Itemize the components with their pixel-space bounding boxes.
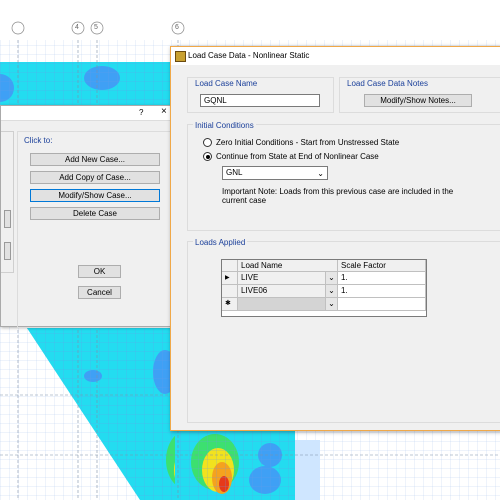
column-header: Scale Factor — [338, 260, 426, 272]
dialog-titlebar: ? × — [1, 106, 179, 121]
load-name-cell[interactable]: LIVE ⌄ — [238, 272, 338, 285]
grid-label: 6 — [175, 24, 179, 31]
grid-label: 5 — [94, 24, 98, 31]
load-name-cell[interactable]: LIVE06 ⌄ — [238, 285, 338, 298]
continue-from-radio[interactable] — [203, 152, 212, 161]
continue-from-label: Continue from State at End of Nonlinear … — [216, 152, 379, 161]
chevron-down-icon: ⌄ — [325, 285, 337, 297]
cancel-button[interactable]: Cancel — [78, 286, 121, 299]
scale-factor-cell[interactable]: 1. — [338, 272, 426, 285]
add-copy-case-button[interactable]: Add Copy of Case... — [30, 171, 160, 184]
close-button[interactable]: × — [161, 106, 167, 117]
scale-factor-cell[interactable]: 1. — [338, 285, 426, 298]
modify-show-case-button[interactable]: Modify/Show Case... — [30, 189, 160, 202]
previous-case-select[interactable]: GNL ⌄ — [222, 166, 328, 180]
loads-applied-title: Loads Applied — [193, 238, 248, 247]
important-note: Important Note: Loads from this previous… — [222, 187, 454, 205]
load-case-name-title: Load Case Name — [193, 79, 260, 88]
initial-conditions-title: Initial Conditions — [193, 121, 256, 130]
modify-show-notes-button[interactable]: Modify/Show Notes... — [364, 94, 472, 107]
previous-case-value: GNL — [226, 168, 243, 177]
loads-table: Load Name Scale Factor ▶ LIVE ⌄ 1. LIVE0… — [221, 259, 427, 317]
add-new-case-button[interactable]: Add New Case... — [30, 153, 160, 166]
case-list-panel — [1, 131, 14, 273]
notes-title: Load Case Data Notes — [345, 79, 430, 88]
dialog-title: Load Case Data - Nonlinear Static — [188, 51, 310, 60]
load-case-data-dialog: Load Case Data - Nonlinear Static Load C… — [170, 46, 500, 431]
list-scroll-tab[interactable] — [4, 210, 11, 228]
load-name-value: LIVE — [241, 273, 259, 282]
app-icon — [175, 51, 186, 62]
chevron-down-icon: ⌄ — [325, 272, 337, 284]
ok-button[interactable]: OK — [78, 265, 121, 278]
zero-initial-label: Zero Initial Conditions - Start from Uns… — [216, 138, 400, 147]
help-button[interactable]: ? — [139, 108, 143, 117]
zero-initial-radio[interactable] — [203, 138, 212, 147]
chevron-down-icon: ⌄ — [325, 298, 337, 310]
row-marker[interactable] — [222, 285, 238, 298]
load-case-name-input[interactable]: GQNL — [200, 94, 320, 107]
row-marker[interactable]: ▶ — [222, 272, 238, 285]
new-row-marker[interactable]: ✱ — [222, 298, 238, 311]
grid-label: 4 — [75, 24, 79, 31]
row-header-corner — [222, 260, 238, 272]
click-to-label: Click to: — [24, 136, 53, 145]
load-name-value: LIVE06 — [241, 286, 268, 295]
scale-factor-cell[interactable] — [338, 298, 426, 311]
delete-case-button[interactable]: Delete Case — [30, 207, 160, 220]
list-scroll-tab[interactable] — [4, 242, 11, 260]
dialog-titlebar: Load Case Data - Nonlinear Static — [171, 47, 500, 65]
define-load-cases-dialog: ? × Click to: Add New Case... Add Copy o… — [0, 105, 180, 328]
load-name-cell[interactable]: ⌄ — [238, 298, 338, 311]
chevron-down-icon: ⌄ — [317, 169, 324, 178]
column-header: Load Name — [238, 260, 338, 272]
